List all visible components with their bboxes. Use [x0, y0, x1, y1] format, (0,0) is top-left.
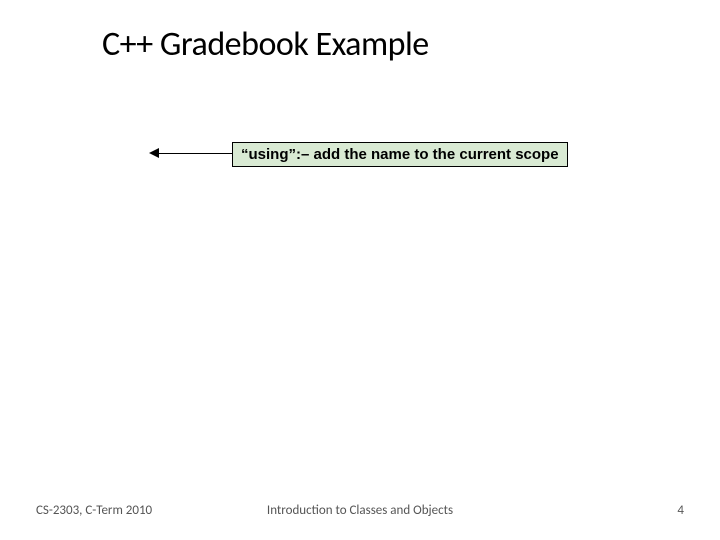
callout-arrow-line	[155, 153, 232, 154]
callout-using-explanation: “using”:– add the name to the current sc…	[232, 142, 568, 167]
slide-title: C++ Gradebook Example	[102, 24, 429, 65]
footer-course-info: CS-2303, C-Term 2010	[36, 503, 152, 518]
callout-arrow-head	[149, 148, 159, 158]
footer-topic: Introduction to Classes and Objects	[267, 503, 453, 518]
footer-page-number: 4	[677, 503, 684, 518]
